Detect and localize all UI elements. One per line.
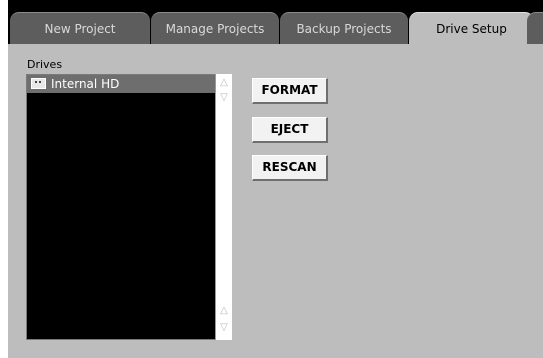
eject-button[interactable]: EJECT [252, 117, 328, 143]
tab-new-project[interactable]: New Project [10, 12, 150, 44]
tab-strip: New Project Manage Projects Backup Proje… [8, 0, 543, 46]
tab-backup-projects[interactable]: Backup Projects [280, 12, 408, 44]
tab-drive-setup[interactable]: Drive Setup [409, 12, 534, 46]
drives-label: Drives [27, 58, 63, 71]
drive-setup-window: New Project Manage Projects Backup Proje… [0, 0, 543, 358]
drive-list[interactable]: Internal HD [26, 74, 216, 340]
scroll-up-arrow-icon[interactable]: △ [217, 76, 231, 90]
drive-list-item[interactable]: Internal HD [27, 75, 215, 93]
scroll-down-arrow-bottom-icon[interactable]: ▽ [217, 321, 231, 335]
drive-setup-panel: Drives Internal HD △ ▽ △ ▽ FORMAT EJECT … [8, 44, 543, 358]
drive-name: Internal HD [51, 77, 120, 91]
tab-manage-projects[interactable]: Manage Projects [151, 12, 279, 44]
rescan-button[interactable]: RESCAN [252, 155, 328, 181]
scroll-down-arrow-icon[interactable]: ▽ [217, 91, 231, 105]
format-button[interactable]: FORMAT [252, 78, 328, 104]
scroll-up-arrow-bottom-icon[interactable]: △ [217, 304, 231, 318]
tab-overflow-edge [527, 12, 543, 44]
hard-drive-icon [31, 78, 46, 89]
drive-list-scrollbar[interactable]: △ ▽ △ ▽ [215, 74, 232, 340]
